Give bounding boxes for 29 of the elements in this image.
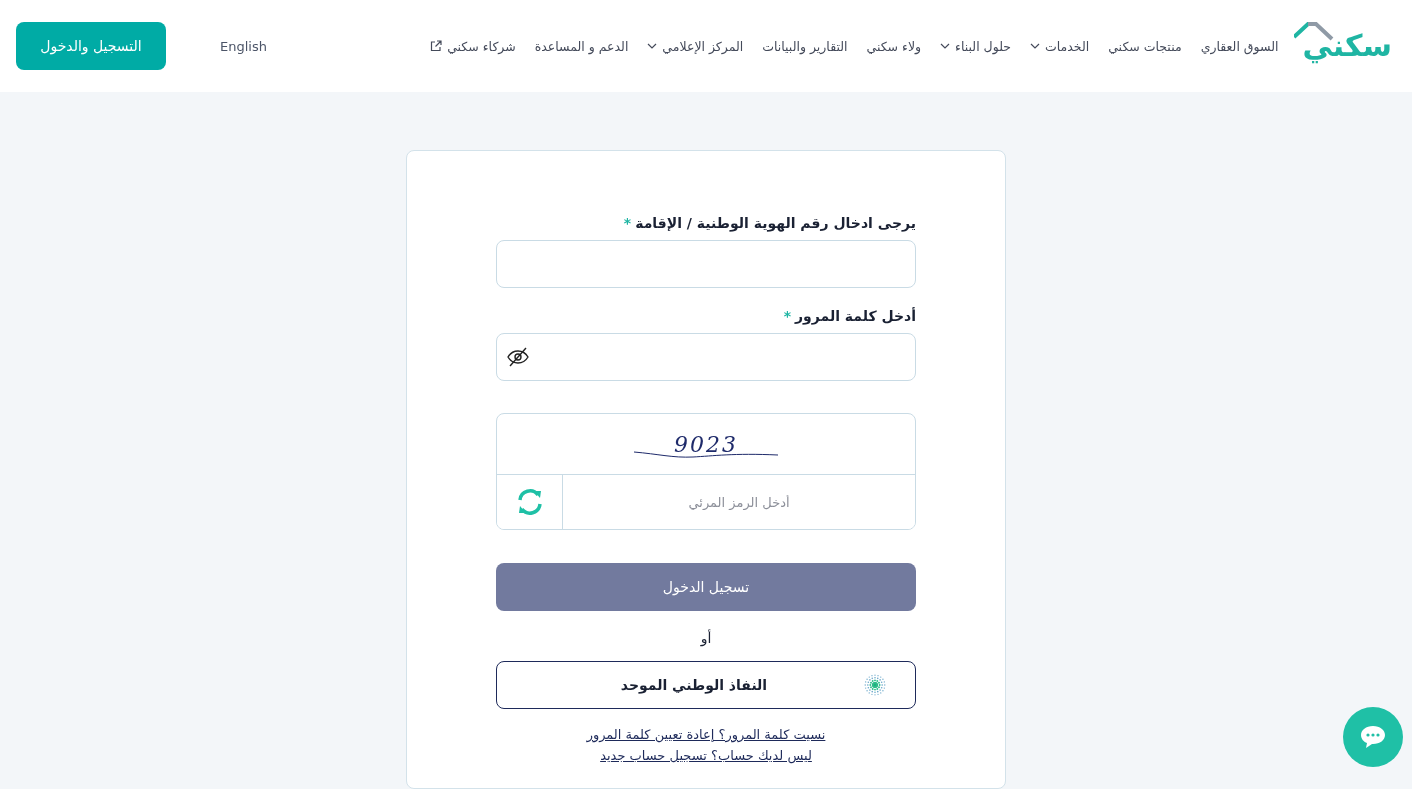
- nafath-button[interactable]: النفاذ الوطني الموحد: [496, 661, 916, 709]
- nav-link[interactable]: شركاء سكني: [430, 38, 516, 54]
- chevron-down-icon: [647, 43, 658, 49]
- required-mark: *: [783, 308, 792, 324]
- nav-link[interactable]: التقارير والبيانات: [762, 38, 848, 54]
- chevron-down-icon: [1030, 43, 1040, 49]
- account-link[interactable]: نسيت كلمة المرور؟ إعادة تعيين كلمة المرور: [586, 727, 826, 742]
- password-input-field[interactable]: [496, 333, 916, 381]
- field-label: يرجى ادخال رقم الهوية الوطنية / الإقامة: [635, 215, 916, 231]
- dots-logo-icon: [863, 673, 887, 697]
- chat-button[interactable]: [1343, 707, 1403, 767]
- or-separator: أو: [699, 630, 713, 646]
- external-link-icon: [430, 40, 443, 52]
- required-mark: *: [623, 215, 632, 231]
- id-input-field[interactable]: [496, 240, 916, 288]
- nav-link[interactable]: ولاء سكني: [866, 38, 922, 54]
- chevron-down-icon: [940, 43, 951, 49]
- nav-link[interactable]: السوق العقاري: [1200, 38, 1279, 54]
- captcha-code: 9023: [674, 431, 738, 457]
- nav-link[interactable]: حلول البناء: [940, 38, 1011, 54]
- account-link[interactable]: ليس لديك حساب؟ تسجيل حساب جديد: [600, 748, 812, 763]
- nav-link[interactable]: منتجات سكني: [1108, 38, 1182, 54]
- nav-link[interactable]: الخدمات: [1030, 38, 1090, 54]
- nav-link[interactable]: الدعم و المساعدة: [534, 38, 629, 54]
- language-link[interactable]: English: [220, 38, 267, 54]
- nav-link[interactable]: المركز الإعلامي: [647, 38, 744, 54]
- eye-off-icon[interactable]: [507, 347, 529, 367]
- chat-bubble-icon: [1359, 724, 1387, 750]
- field-label: أدخل كلمة المرور: [795, 308, 916, 324]
